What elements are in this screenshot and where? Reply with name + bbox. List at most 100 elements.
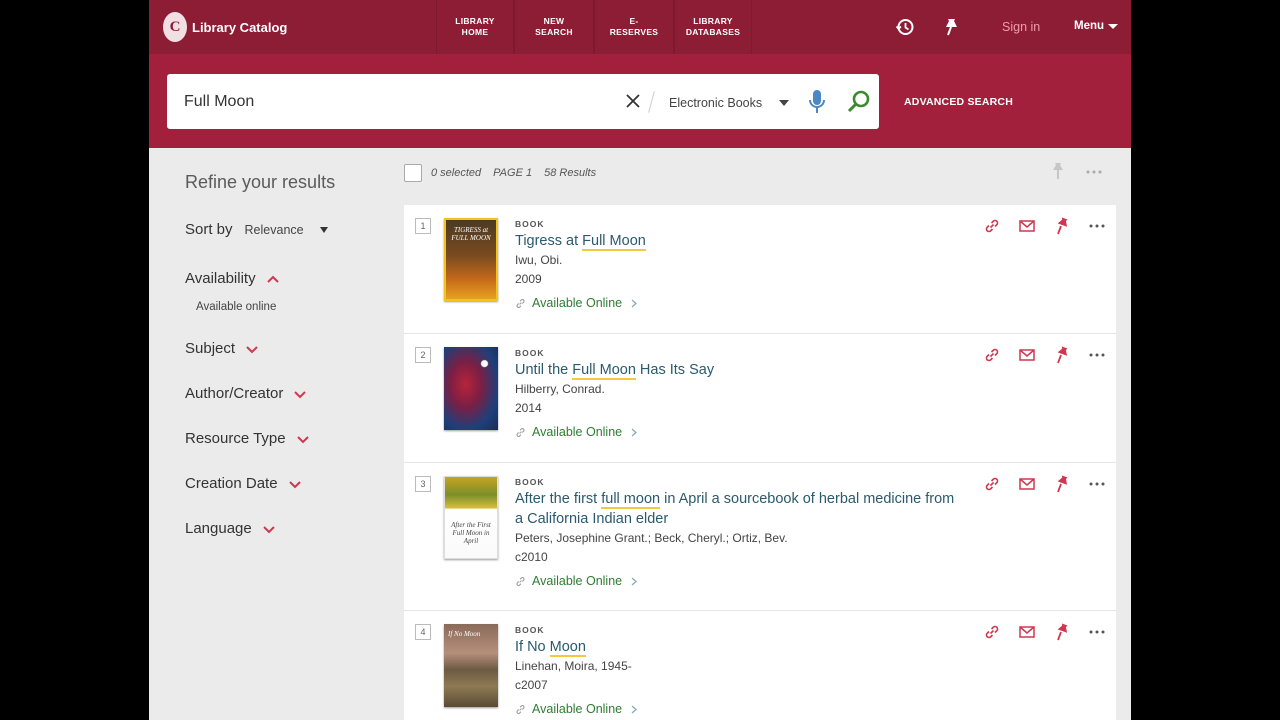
facet-resource-type[interactable]: Resource Type xyxy=(185,430,310,447)
result-number: 2 xyxy=(415,347,431,363)
result-author: Peters, Josephine Grant.; Beck, Cheryl.;… xyxy=(515,531,788,545)
link-icon xyxy=(516,298,525,308)
sign-in-link[interactable]: Sign in xyxy=(1002,20,1040,34)
nav-library-databases[interactable]: LIBRARY DATABASES xyxy=(674,0,752,54)
availability-link[interactable]: Available Online xyxy=(515,574,965,588)
results-list: 1 TIGRESS at FULL MOON BOOK Tigress at F… xyxy=(404,205,1116,720)
title-text: Tigress at xyxy=(515,233,583,249)
chevron-down-icon xyxy=(288,480,301,488)
sort-caret-icon[interactable] xyxy=(319,226,328,233)
menu-button[interactable]: Menu xyxy=(1074,20,1119,32)
result-title[interactable]: Until the Full Moon Has Its Say xyxy=(515,360,714,380)
nav-e-reserves[interactable]: E-RESERVES xyxy=(594,0,674,54)
more-options-icon[interactable] xyxy=(1086,170,1102,174)
more-options-icon[interactable] xyxy=(1088,475,1106,493)
book-cover[interactable] xyxy=(444,347,498,430)
result-meta: BOOK After the first full moon in April … xyxy=(515,463,965,588)
result-date: c2010 xyxy=(515,550,548,564)
nav-label: LIBRARY HOME xyxy=(455,16,495,37)
search-history-icon[interactable] xyxy=(895,17,915,37)
search-icon[interactable] xyxy=(846,89,872,115)
result-title[interactable]: If No Moon xyxy=(515,637,638,657)
top-bar: C Library Catalog LIBRARY HOME NEW SEARC… xyxy=(149,0,1131,54)
permalink-icon[interactable] xyxy=(983,475,1001,493)
chevron-right-icon xyxy=(631,299,638,307)
result-actions xyxy=(983,346,1106,364)
search-scope-select[interactable]: Electronic Books xyxy=(669,96,762,110)
title-highlight: Moon xyxy=(549,639,586,657)
nav-library-home[interactable]: LIBRARY HOME xyxy=(436,0,514,54)
link-icon xyxy=(516,427,525,437)
title-text: After the first xyxy=(515,491,602,507)
result-item: 1 TIGRESS at FULL MOON BOOK Tigress at F… xyxy=(404,205,1116,334)
pin-favorites-icon[interactable] xyxy=(941,17,961,37)
facet-availability[interactable]: Availability xyxy=(185,270,280,287)
refine-sidebar: Refine your results Sort by Relevance Av… xyxy=(149,148,399,720)
pin-icon[interactable] xyxy=(1053,217,1071,235)
sort-select[interactable]: Relevance xyxy=(245,223,304,237)
facet-author-creator[interactable]: Author/Creator xyxy=(185,385,307,402)
sort-label: Sort by xyxy=(185,221,233,238)
availability-link[interactable]: Available Online xyxy=(515,296,646,310)
clear-search-icon[interactable] xyxy=(623,91,643,111)
facet-label: Creation Date xyxy=(185,475,278,492)
result-title[interactable]: Tigress at Full Moon xyxy=(515,231,646,251)
email-icon[interactable] xyxy=(1018,475,1036,493)
facet-option-available-online[interactable]: Available online xyxy=(196,301,276,313)
result-date: 2014 xyxy=(515,401,542,415)
chevron-down-icon xyxy=(1108,23,1119,29)
chevron-up-icon xyxy=(266,275,279,283)
email-icon[interactable] xyxy=(1018,623,1036,641)
link-icon xyxy=(516,704,525,714)
library-logo[interactable]: C Library Catalog xyxy=(163,12,287,42)
pin-icon[interactable] xyxy=(1053,623,1071,641)
pin-icon[interactable] xyxy=(1050,162,1066,180)
result-author: Iwu, Obi. xyxy=(515,253,563,267)
facet-creation-date[interactable]: Creation Date xyxy=(185,475,302,492)
chevron-down-icon xyxy=(294,390,307,398)
facet-label: Availability xyxy=(185,270,256,287)
refine-title: Refine your results xyxy=(185,172,336,192)
more-options-icon[interactable] xyxy=(1088,217,1106,235)
chevron-down-icon xyxy=(246,345,258,353)
chevron-down-icon xyxy=(296,435,309,443)
facet-language[interactable]: Language xyxy=(185,520,276,537)
chevron-right-icon xyxy=(631,577,638,585)
more-options-icon[interactable] xyxy=(1088,346,1106,364)
result-item: 3 After the First Full Moon in April BOO… xyxy=(404,463,1116,611)
scope-caret-icon[interactable] xyxy=(779,100,789,106)
book-cover[interactable]: TIGRESS at FULL MOON xyxy=(444,218,498,301)
pin-icon[interactable] xyxy=(1053,346,1071,364)
email-icon[interactable] xyxy=(1018,217,1036,235)
search-input[interactable]: Full Moon xyxy=(184,93,254,111)
result-actions xyxy=(983,217,1106,235)
result-item: 2 BOOK Until the Full Moon Has Its Say H… xyxy=(404,334,1116,463)
title-text: If No xyxy=(515,639,550,655)
page-indicator: PAGE 1 xyxy=(493,167,533,179)
permalink-icon[interactable] xyxy=(983,623,1001,641)
result-title[interactable]: After the first full moon in April a sou… xyxy=(515,489,965,529)
pin-icon[interactable] xyxy=(1053,475,1071,493)
result-author: Hilberry, Conrad. xyxy=(515,382,605,396)
microphone-icon[interactable] xyxy=(807,88,827,116)
search-box: Full Moon Electronic Books xyxy=(167,74,879,129)
availability-link[interactable]: Available Online xyxy=(515,702,638,716)
email-icon[interactable] xyxy=(1018,346,1036,364)
more-options-icon[interactable] xyxy=(1088,623,1106,641)
nav-new-search[interactable]: NEW SEARCH xyxy=(514,0,594,54)
permalink-icon[interactable] xyxy=(983,346,1001,364)
resource-type: BOOK xyxy=(515,625,545,635)
facet-subject[interactable]: Subject xyxy=(185,340,259,357)
book-cover[interactable]: After the First Full Moon in April xyxy=(444,476,498,559)
resource-type: BOOK xyxy=(515,348,545,358)
advanced-search-link[interactable]: ADVANCED SEARCH xyxy=(904,96,1013,108)
logo-mark: C xyxy=(163,12,187,42)
permalink-icon[interactable] xyxy=(983,217,1001,235)
nav-label: LIBRARY DATABASES xyxy=(685,16,741,37)
book-cover[interactable]: If No Moon xyxy=(444,624,498,707)
availability-text: Available Online xyxy=(532,296,623,310)
result-meta: BOOK If No Moon Linehan, Moira, 1945- c2… xyxy=(515,611,638,716)
select-all-checkbox[interactable] xyxy=(404,164,422,182)
nav-label: E-RESERVES xyxy=(609,16,659,37)
availability-link[interactable]: Available Online xyxy=(515,425,714,439)
